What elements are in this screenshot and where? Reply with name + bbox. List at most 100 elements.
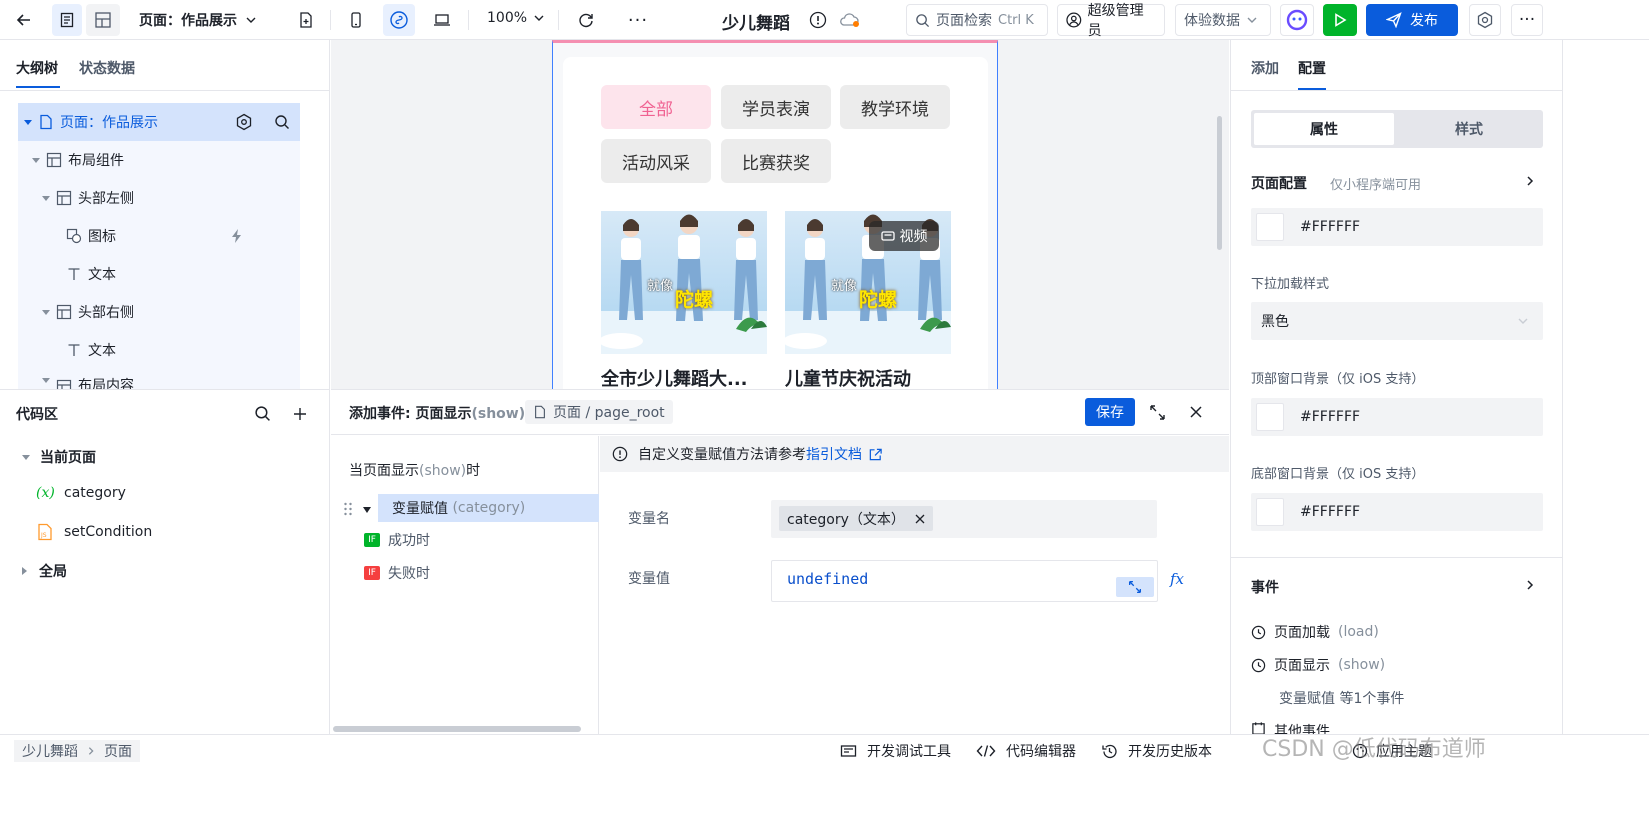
selected-page-frame[interactable]: 全部 学员表演 教学环境 活动风采 比赛获奖 就像 陀螺 就像 陀螺 视频 全市… <box>552 40 998 389</box>
back-button[interactable] <box>8 4 40 36</box>
breadcrumb-item[interactable]: 少儿舞蹈 <box>22 741 78 761</box>
miniprogram-view-button[interactable] <box>383 4 415 36</box>
layout-view-button[interactable] <box>86 4 120 36</box>
tab-state-data[interactable]: 状态数据 <box>79 58 135 78</box>
code-item-category[interactable]: (x) category <box>36 485 126 501</box>
action-item-assign-variable[interactable]: 变量赋值 (category) <box>378 494 599 522</box>
filter-tab-all[interactable]: 全部 <box>601 85 711 129</box>
var-value-input[interactable]: undefined <box>771 560 1158 602</box>
canvas-scrollbar[interactable] <box>1217 116 1222 250</box>
search-icon[interactable] <box>254 405 271 422</box>
search-icon[interactable] <box>274 114 290 130</box>
event-page-show[interactable]: 页面显示 (show) <box>1251 655 1385 675</box>
segment-style[interactable]: 样式 <box>1398 113 1540 145</box>
expand-editor-button[interactable] <box>1116 577 1154 597</box>
horizontal-scrollbar[interactable] <box>333 726 581 732</box>
breadcrumb-item[interactable]: 页面 <box>104 741 132 761</box>
search-placeholder: 页面检索 <box>936 13 992 29</box>
code-item-setcondition[interactable]: JS setCondition <box>36 523 152 541</box>
gear-icon <box>1477 11 1493 29</box>
close-icon[interactable] <box>915 514 925 524</box>
publish-button[interactable]: 发布 <box>1366 4 1458 36</box>
settings-button[interactable] <box>1469 4 1501 36</box>
page-config-title[interactable]: 页面配置 <box>1251 173 1307 193</box>
top-bg-color-field[interactable]: #FFFFFF <box>1251 398 1543 436</box>
devtools-button[interactable]: 开发调试工具 <box>840 741 951 761</box>
external-link-icon[interactable] <box>868 447 883 462</box>
tree-item-text[interactable]: 文本 <box>18 255 300 293</box>
filter-tab-awards[interactable]: 比赛获奖 <box>721 139 831 183</box>
events-title[interactable]: 事件 <box>1251 577 1279 597</box>
refresh-button[interactable] <box>572 4 600 36</box>
outline-view-button[interactable] <box>52 4 82 36</box>
chevron-right-icon[interactable] <box>1524 175 1536 187</box>
page-config-hint: 仅小程序端可用 <box>1330 178 1422 193</box>
var-name-select[interactable]: category（文本） <box>771 500 1157 538</box>
text-icon <box>68 268 80 280</box>
tree-item-layout[interactable]: 布局组件 <box>18 141 300 179</box>
lightning-icon[interactable] <box>230 228 244 244</box>
tree-item-text[interactable]: 文本 <box>18 331 300 369</box>
settings-hex-icon[interactable] <box>235 113 253 131</box>
color-swatch[interactable] <box>1256 213 1284 241</box>
data-mode-selector[interactable]: 体验数据 <box>1175 4 1271 36</box>
guide-doc-link[interactable]: 指引文档 <box>806 444 862 464</box>
design-canvas[interactable]: 全部 学员表演 教学环境 活动风采 比赛获奖 就像 陀螺 就像 陀螺 视频 全市… <box>331 40 1229 389</box>
work-thumbnail[interactable]: 就像 陀螺 视频 <box>785 211 951 354</box>
filter-tab-environment[interactable]: 教学环境 <box>840 85 950 129</box>
page-icon <box>535 405 545 419</box>
mobile-view-button[interactable] <box>342 4 370 36</box>
desktop-view-button[interactable] <box>428 4 456 36</box>
app-info-button[interactable] <box>807 4 829 36</box>
branch-fail[interactable]: IF 失败时 <box>364 563 430 583</box>
color-swatch[interactable] <box>1256 498 1284 526</box>
drag-handle-icon[interactable] <box>343 501 353 517</box>
more-button[interactable]: ··· <box>624 4 652 36</box>
tab-outline-tree[interactable]: 大纲树 <box>16 58 58 78</box>
user-role-button[interactable]: 超级管理员 <box>1057 3 1165 39</box>
tab-add[interactable]: 添加 <box>1251 58 1279 78</box>
page-selector[interactable]: 页面：作品展示 <box>139 10 257 30</box>
cloud-sync-status[interactable] <box>838 4 862 36</box>
ai-assistant-icon <box>1286 9 1308 31</box>
expand-icon[interactable] <box>1149 404 1166 421</box>
var-name-label: 变量名 <box>628 511 670 527</box>
segment-properties[interactable]: 属性 <box>1254 113 1394 145</box>
branch-success[interactable]: IF 成功时 <box>364 530 430 550</box>
zoom-selector[interactable]: 100% <box>487 10 545 26</box>
tree-item-layout-content[interactable]: 布局内容 <box>18 369 300 389</box>
more-menu-button[interactable]: ··· <box>1511 4 1543 36</box>
video-badge-label: 视频 <box>899 229 928 245</box>
tree-item-page[interactable]: 页面：作品展示 <box>18 103 300 141</box>
event-page-show-detail[interactable]: 变量赋值 等1个事件 <box>1279 688 1404 708</box>
code-group-current-page[interactable]: 当前页面 <box>22 447 96 467</box>
page-bg-color-field[interactable]: #FFFFFF <box>1251 208 1543 246</box>
code-group-global[interactable]: 全局 <box>22 561 67 581</box>
bottom-bg-color-field[interactable]: #FFFFFF <box>1251 493 1543 531</box>
chevron-right-icon[interactable] <box>1524 579 1536 591</box>
filter-tab-activities[interactable]: 活动风采 <box>601 139 711 183</box>
color-swatch[interactable] <box>1256 403 1284 431</box>
ai-assistant-button[interactable] <box>1280 4 1314 36</box>
add-page-button[interactable] <box>292 4 320 36</box>
work-thumbnail[interactable]: 就像 陀螺 <box>601 211 767 354</box>
code-editor-label: 代码编辑器 <box>1006 744 1076 760</box>
filter-tab-performance[interactable]: 学员表演 <box>721 85 831 129</box>
plus-icon[interactable] <box>292 406 308 422</box>
tree-item-header-right[interactable]: 头部右侧 <box>18 293 300 331</box>
page-search-input[interactable]: 页面检索 Ctrl K <box>906 4 1048 36</box>
history-button[interactable]: 开发历史版本 <box>1101 741 1212 761</box>
tree-item-header-left[interactable]: 头部左侧 <box>18 179 300 217</box>
collapse-caret-icon[interactable] <box>363 507 371 513</box>
pull-style-select[interactable]: 黑色 <box>1251 302 1543 340</box>
code-editor-button[interactable]: 代码编辑器 <box>976 741 1076 761</box>
close-icon[interactable] <box>1189 405 1203 419</box>
save-button[interactable]: 保存 <box>1085 398 1135 426</box>
tab-config[interactable]: 配置 <box>1298 58 1326 78</box>
formula-button[interactable]: fx <box>1170 570 1184 588</box>
tree-item-icon[interactable]: 图标 <box>18 217 300 255</box>
preview-run-button[interactable] <box>1323 4 1357 36</box>
var-value-text: undefined <box>787 570 869 588</box>
event-page-load[interactable]: 页面加载 (load) <box>1251 622 1379 642</box>
right-edge-spacer <box>1562 40 1649 734</box>
